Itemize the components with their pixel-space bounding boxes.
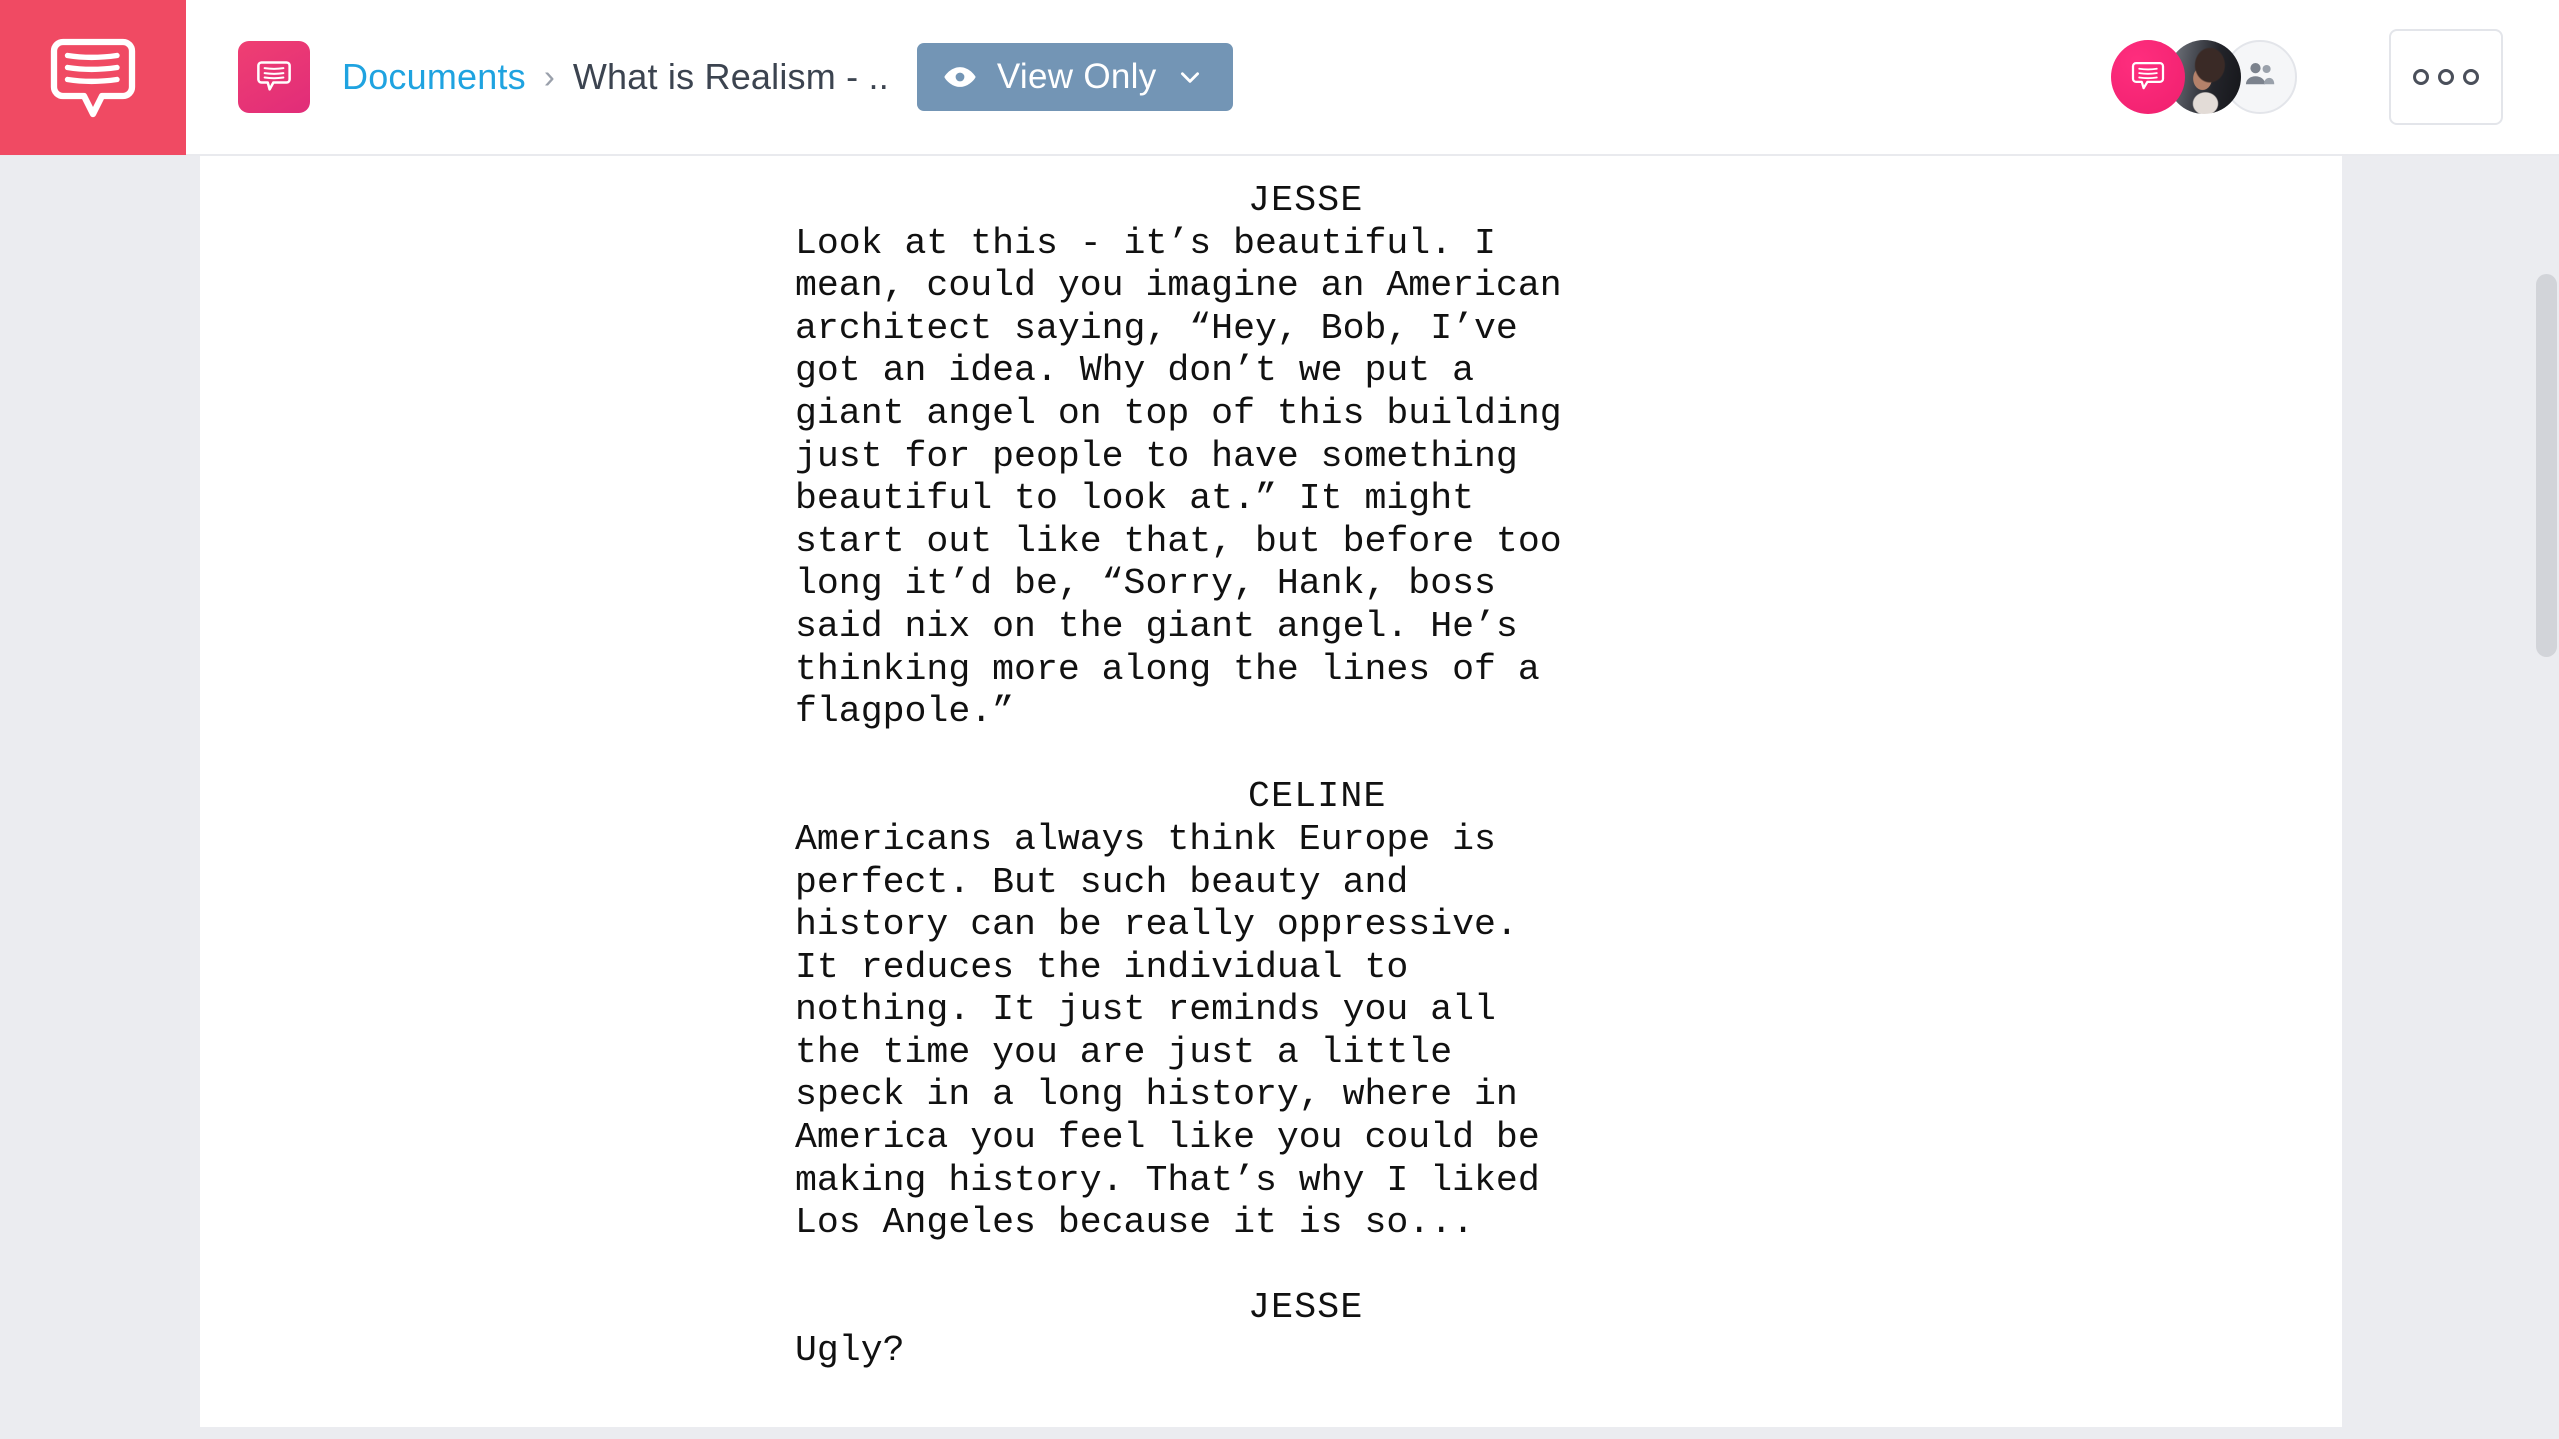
breadcrumb-link-documents[interactable]: Documents: [342, 56, 526, 98]
chevron-down-icon: [1177, 64, 1203, 90]
eye-icon: [943, 60, 977, 94]
document-page: JESSE Look at this - it’s beautiful. I m…: [200, 156, 2342, 1427]
document-bubble-icon: [254, 55, 294, 100]
breadcrumb-current-document[interactable]: What is Realism - ..: [573, 56, 889, 98]
script-bubble-logo-icon: [2128, 55, 2168, 100]
chevron-right-icon: ›: [543, 58, 555, 95]
screenplay-dialogue: Americans always think Europe is perfect…: [795, 818, 1540, 1244]
more-options-button[interactable]: [2389, 29, 2503, 125]
view-only-button[interactable]: View Only: [916, 43, 1233, 111]
people-icon: [2242, 57, 2278, 98]
app-header: Documents › What is Realism - .. View On…: [0, 0, 2559, 156]
screenplay-character-cue: JESSE: [1248, 180, 1364, 221]
screenplay-content[interactable]: JESSE Look at this - it’s beautiful. I m…: [200, 156, 2342, 1373]
screenplay-character-cue: JESSE: [1248, 1287, 1364, 1329]
breadcrumb-document-icon[interactable]: [238, 41, 310, 113]
screenplay-spacer: [200, 1245, 2342, 1288]
screenplay-dialogue: Ugly?: [795, 1330, 905, 1372]
three-dots-icon: [2463, 69, 2479, 85]
screenplay-character-cue: CELINE: [1248, 776, 1387, 818]
screenplay-dialogue: Look at this - it’s beautiful. I mean, c…: [795, 222, 1562, 733]
three-dots-icon: [2438, 69, 2454, 85]
script-bubble-logo-icon: [45, 27, 141, 128]
app-logo-tile[interactable]: [0, 0, 186, 155]
vertical-scrollbar-thumb[interactable]: [2536, 274, 2557, 657]
app-root: Documents › What is Realism - .. View On…: [0, 0, 2559, 1439]
document-scroll-area[interactable]: JESSE Look at this - it’s beautiful. I m…: [0, 156, 2559, 1439]
view-only-label: View Only: [996, 57, 1157, 96]
brand-avatar[interactable]: [2111, 40, 2185, 114]
collaborator-avatars: [2111, 40, 2297, 114]
vertical-scrollbar-track[interactable]: [2533, 156, 2559, 1439]
breadcrumb: Documents › What is Realism - ..: [342, 56, 889, 98]
three-dots-icon: [2413, 69, 2429, 85]
screenplay-spacer: [200, 734, 2342, 777]
